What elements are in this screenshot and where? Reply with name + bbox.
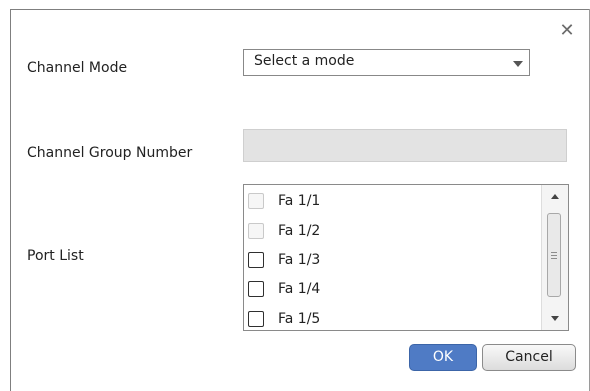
port-checkbox-fa-1-3[interactable] [248, 252, 264, 268]
dialog-border-left [10, 9, 11, 391]
channel-mode-label: Channel Mode [27, 60, 128, 76]
port-checkbox-fa-1-4[interactable] [248, 281, 264, 297]
channel-group-number-field[interactable] [243, 129, 567, 162]
port-label: Fa 1/4 [278, 281, 321, 297]
port-list-label: Port List [27, 248, 84, 264]
port-list[interactable]: Fa 1/1 Fa 1/2 Fa 1/3 Fa 1/4 Fa 1/5 [243, 184, 569, 331]
port-item-fa-1-1[interactable]: Fa 1/1 [248, 190, 534, 214]
port-item-fa-1-2[interactable]: Fa 1/2 [248, 220, 534, 244]
port-label: Fa 1/2 [278, 223, 321, 239]
close-icon[interactable]: ✕ [556, 20, 578, 42]
grip-line-icon [551, 252, 557, 253]
ok-button[interactable]: OK [409, 344, 477, 371]
scroll-up-arrow-icon[interactable] [551, 194, 559, 199]
grip-line-icon [551, 255, 557, 256]
channel-group-dialog: ✕ Channel Mode Select a mode Channel Gro… [0, 0, 590, 391]
port-label: Fa 1/1 [278, 193, 321, 209]
channel-group-number-label: Channel Group Number [27, 145, 193, 161]
port-checkbox-fa-1-2[interactable] [248, 223, 264, 239]
chevron-down-icon [513, 61, 523, 67]
port-checkbox-fa-1-1[interactable] [248, 193, 264, 209]
channel-mode-value: Select a mode [254, 53, 355, 69]
port-item-fa-1-3[interactable]: Fa 1/3 [248, 249, 534, 273]
scroll-down-arrow-icon[interactable] [551, 316, 559, 321]
port-list-scrollbar[interactable] [541, 185, 568, 330]
cancel-button[interactable]: Cancel [482, 344, 576, 371]
channel-mode-select[interactable]: Select a mode [243, 49, 530, 76]
port-label: Fa 1/5 [278, 311, 321, 327]
port-checkbox-fa-1-5[interactable] [248, 311, 264, 327]
port-item-fa-1-5[interactable]: Fa 1/5 [248, 308, 534, 330]
scrollbar-thumb[interactable] [547, 213, 561, 297]
port-item-fa-1-4[interactable]: Fa 1/4 [248, 278, 534, 302]
dialog-border-top [10, 9, 590, 10]
grip-line-icon [551, 258, 557, 259]
port-label: Fa 1/3 [278, 252, 321, 268]
